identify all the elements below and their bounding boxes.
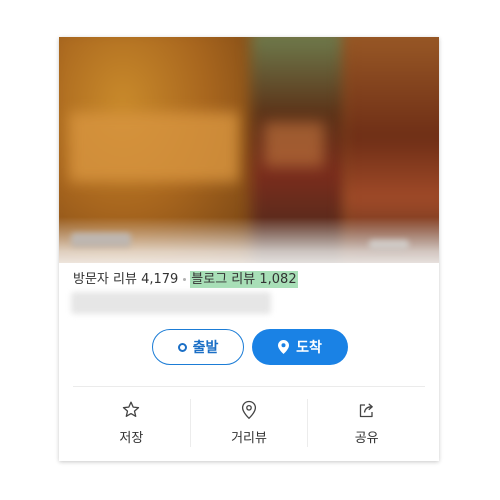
blog-review-count: 1,082: [259, 272, 297, 287]
blurred-category: [369, 240, 409, 250]
share-icon: [357, 399, 377, 421]
main-photo-highlight: [69, 112, 239, 182]
star-icon: [121, 399, 141, 421]
street-view-action[interactable]: 거리뷰: [189, 399, 308, 447]
divider: [73, 386, 425, 387]
share-label: 공유: [354, 431, 379, 446]
share-action[interactable]: 공유: [307, 399, 425, 447]
blurred-place-name: [71, 233, 131, 247]
second-photo-highlight: [264, 122, 324, 167]
visitor-review-label: 방문자 리뷰: [73, 272, 137, 287]
blurred-address: [71, 292, 271, 314]
origin-ring-icon: [177, 342, 187, 352]
separator-dot: [183, 278, 187, 281]
blog-review-label: 블로그 리뷰: [191, 272, 256, 287]
place-card: 방문자 리뷰 4,179 블로그 리뷰 1,082 출발 도착 저장 거리뷰 공…: [59, 37, 439, 461]
save-label: 저장: [119, 431, 144, 446]
save-action[interactable]: 저장: [73, 399, 190, 447]
photo-gallery[interactable]: [59, 37, 439, 263]
blog-review-link[interactable]: 블로그 리뷰 1,082: [190, 271, 298, 288]
location-pin-icon: [278, 340, 290, 354]
start-button-label: 출발: [192, 340, 219, 356]
arrive-button-label: 도착: [296, 340, 322, 356]
arrive-button[interactable]: 도착: [252, 329, 348, 365]
visitor-review-count: 4,179: [141, 272, 179, 287]
start-button[interactable]: 출발: [152, 329, 244, 365]
review-summary: 방문자 리뷰 4,179 블로그 리뷰 1,082: [73, 268, 298, 288]
action-bar: 저장 거리뷰 공유: [73, 399, 425, 447]
map-pin-outline-icon: [240, 399, 258, 421]
street-view-label: 거리뷰: [231, 431, 267, 446]
